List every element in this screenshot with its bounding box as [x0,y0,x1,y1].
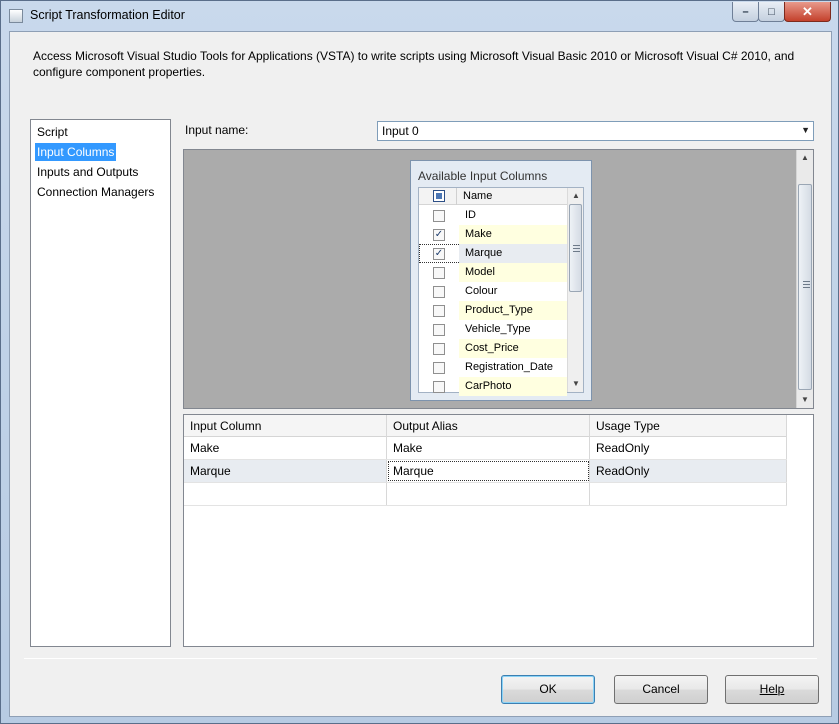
column-checkbox[interactable] [433,267,445,279]
footer-divider [24,658,817,659]
scroll-down-icon[interactable]: ▼ [568,376,584,392]
chevron-down-icon: ▼ [801,125,810,135]
usage-type-cell[interactable]: ReadOnly [590,437,787,459]
designer-scroll-thumb[interactable] [798,184,812,390]
column-checkbox[interactable] [433,305,445,317]
input-column-cell[interactable]: Make [184,437,387,459]
usage-type-header[interactable]: Usage Type [590,415,787,437]
available-input-columns-panel[interactable]: Available Input Columns Name ID ✓ Make ✓ Mar… [410,160,592,401]
column-checkbox[interactable]: ✓ [433,248,445,260]
dialog-client-area: Access Microsoft Visual Studio Tools for… [9,31,832,717]
dialog-window: Script Transformation Editor – □ ✕ Acces… [0,0,839,724]
list-scroll-thumb[interactable] [569,204,582,292]
designer-scrollbar[interactable]: ▲ ▼ [796,150,813,408]
input-name-label: Input name: [185,123,249,137]
window-title: Script Transformation Editor [30,8,185,22]
list-scrollbar[interactable]: ▲ ▼ [567,188,583,392]
title-bar[interactable]: Script Transformation Editor – □ ✕ [1,1,838,31]
nav-item-script[interactable]: Script [35,123,70,141]
description-text: Access Microsoft Visual Studio Tools for… [33,49,795,79]
grip-line [803,284,810,285]
input-column-header[interactable]: Input Column [184,415,387,437]
maximize-button[interactable]: □ [758,2,785,22]
ok-button[interactable]: OK [501,675,595,704]
close-button[interactable]: ✕ [784,2,831,22]
list-item[interactable]: ✓ Marque [419,244,567,263]
column-name: Vehicle_Type [465,323,531,335]
usage-type-cell[interactable] [590,483,787,505]
cancel-button[interactable]: Cancel [614,675,708,704]
column-checkbox[interactable] [433,343,445,355]
nav-item-inputs-and-outputs[interactable]: Inputs and Outputs [35,163,140,181]
list-header: Name [419,188,567,205]
output-alias-cell[interactable] [387,483,590,505]
column-name: Make [465,228,492,240]
minimize-button[interactable]: – [732,2,759,22]
input-name-dropdown[interactable]: Input 0 ▼ [377,121,814,141]
usage-type-cell[interactable]: ReadOnly [590,460,787,482]
column-name: Colour [465,285,498,297]
output-alias-cell[interactable]: Make [387,437,590,459]
grip-line [573,245,580,246]
grip-line [803,287,810,288]
table-row-empty[interactable] [184,483,787,506]
column-checkbox[interactable] [433,286,445,298]
grip-line [573,248,580,249]
column-name: Marque [465,247,503,259]
column-name: Cost_Price [465,342,519,354]
available-input-columns-title: Available Input Columns [418,169,548,183]
list-item[interactable]: Product_Type [419,301,567,320]
available-columns-designer: Available Input Columns Name ID ✓ Make ✓ Mar… [183,149,814,409]
column-name: CarPhoto [465,380,512,392]
column-checkbox[interactable] [433,381,445,393]
output-alias-cell[interactable]: Marque [387,460,590,482]
scroll-up-icon[interactable]: ▲ [797,150,813,166]
output-alias-header[interactable]: Output Alias [387,415,590,437]
list-item[interactable]: ID [419,206,567,225]
available-columns-list: Name ID ✓ Make ✓ Marque Model Colour Product_Ty… [418,187,584,396]
list-item[interactable]: Cost_Price [419,339,567,358]
table-row[interactable]: Make Make ReadOnly [184,437,787,460]
list-item[interactable]: CarPhoto [419,377,567,396]
grip-line [803,281,810,282]
input-name-value: Input 0 [382,124,419,138]
list-item[interactable]: Colour [419,282,567,301]
column-name: Model [465,266,495,278]
page-navigation-list: Script Input Columns Inputs and Outputs … [30,119,171,647]
list-item[interactable]: ✓ Make [419,225,567,244]
help-button[interactable]: Help [725,675,819,704]
column-checkbox[interactable]: ✓ [433,229,445,241]
scroll-up-icon[interactable]: ▲ [568,188,584,204]
app-icon [9,9,23,23]
column-name: ID [465,209,476,221]
header-separator [456,188,457,205]
select-all-checkbox[interactable] [433,190,445,202]
nav-item-input-columns[interactable]: Input Columns [35,143,117,161]
column-name: Registration_Date [465,361,554,373]
column-name: Product_Type [465,304,533,316]
list-item[interactable]: Vehicle_Type [419,320,567,339]
table-row[interactable]: Marque Marque ReadOnly [184,460,787,483]
maximize-icon: □ [768,5,775,18]
scroll-down-icon[interactable]: ▼ [797,392,813,408]
nav-item-connection-managers[interactable]: Connection Managers [35,183,156,201]
minimize-icon: – [742,5,749,18]
grip-line [573,251,580,252]
column-checkbox[interactable] [433,324,445,336]
grid-header: Input Column Output Alias Usage Type [184,415,787,437]
column-checkbox[interactable] [433,210,445,222]
input-column-cell[interactable] [184,483,387,505]
input-column-cell[interactable]: Marque [184,460,387,482]
close-icon: ✕ [802,3,813,19]
column-checkbox[interactable] [433,362,445,374]
list-item[interactable]: Model [419,263,567,282]
list-item[interactable]: Registration_Date [419,358,567,377]
name-column-header: Name [463,190,493,202]
selected-columns-grid: Input Column Output Alias Usage Type Mak… [183,414,814,647]
